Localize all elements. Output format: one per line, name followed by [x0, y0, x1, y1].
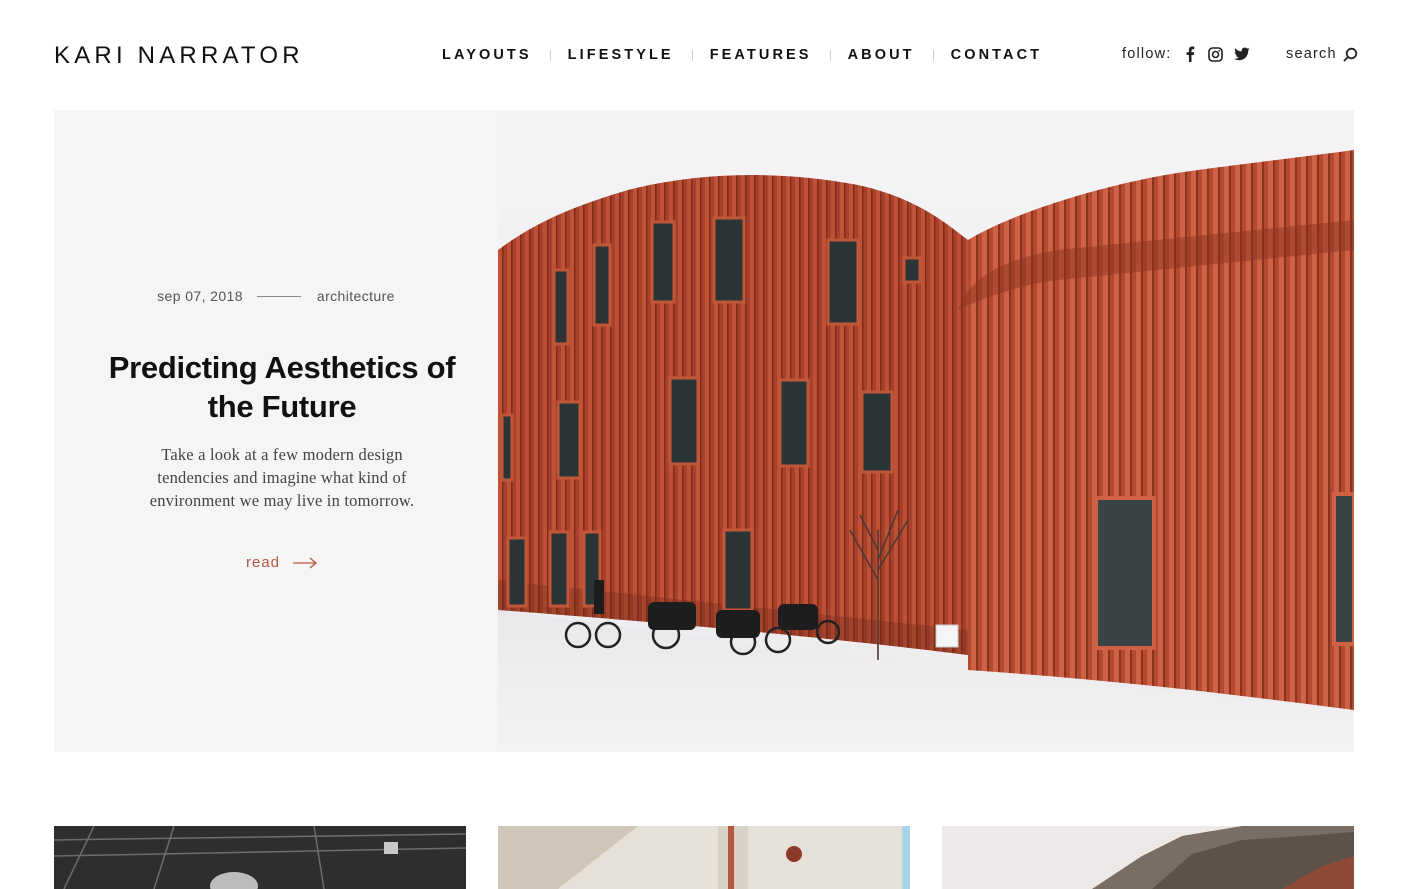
post-card-image[interactable]: [54, 826, 466, 889]
featured-post-text: sep 07, 2018 architecture Predicting Aes…: [54, 110, 498, 752]
featured-post-image[interactable]: [498, 110, 1354, 752]
post-date: sep 07, 2018: [157, 288, 243, 304]
meta-divider: [256, 295, 301, 297]
post-card-image[interactable]: [942, 826, 1354, 889]
arrow-right-icon: [293, 557, 318, 568]
nav-item-contact[interactable]: CONTACT: [951, 47, 1043, 63]
search-label: search: [1286, 46, 1337, 62]
read-more-link[interactable]: read: [54, 554, 510, 571]
nav-item-lifestyle[interactable]: LIFESTYLE: [568, 47, 674, 63]
facebook-icon[interactable]: [1182, 46, 1198, 62]
nav-item-layouts[interactable]: LAYOUTS: [442, 47, 532, 63]
instagram-icon[interactable]: [1208, 46, 1224, 62]
search-toggle[interactable]: search: [1286, 46, 1358, 62]
site-header: KARI NARRATOR LAYOUTS LIFESTYLE FEATURES…: [0, 0, 1408, 110]
site-logo[interactable]: KARI NARRATOR: [54, 42, 304, 70]
nav-divider: [549, 49, 551, 61]
search-icon: [1343, 47, 1357, 61]
post-title[interactable]: Predicting Aesthetics of the Future: [108, 348, 456, 426]
post-category[interactable]: architecture: [317, 288, 395, 304]
post-card-image[interactable]: [498, 826, 910, 889]
nav-item-about[interactable]: ABOUT: [848, 47, 915, 63]
follow-label: follow:: [1122, 46, 1172, 62]
post-meta: sep 07, 2018 architecture: [54, 288, 498, 304]
nav-divider: [932, 49, 934, 61]
nav-item-features[interactable]: FEATURES: [710, 47, 812, 63]
main-nav: LAYOUTS LIFESTYLE FEATURES ABOUT CONTACT: [442, 47, 1042, 63]
social-follow: follow:: [1122, 46, 1260, 62]
read-label: read: [245, 554, 281, 571]
nav-divider: [691, 49, 693, 61]
featured-post: sep 07, 2018 architecture Predicting Aes…: [54, 110, 1354, 752]
nav-divider: [829, 49, 831, 61]
post-excerpt: Take a look at a few modern design tende…: [149, 445, 415, 510]
twitter-icon[interactable]: [1233, 46, 1250, 62]
